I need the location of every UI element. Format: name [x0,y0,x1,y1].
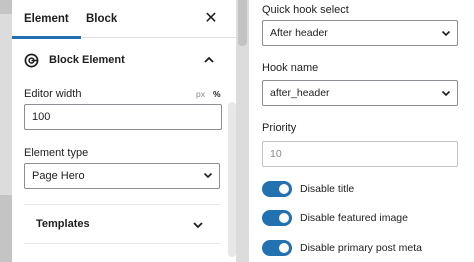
panel-tabs: Element Block ✕ [12,0,236,39]
element-settings-panel: Element Block ✕ Block Element Editor wid… [0,0,236,262]
hook-settings-panel: Quick hook select After header Hook name… [249,0,474,262]
main-scrollbar-thumb[interactable] [238,0,247,46]
hook-name-select[interactable]: after_header [262,80,458,106]
generatepress-icon [24,53,39,68]
tab-block[interactable]: Block [86,0,117,38]
tab-element[interactable]: Element [12,0,81,39]
block-element-section-header[interactable]: Block Element [24,48,224,74]
templates-section[interactable]: Templates [24,204,220,244]
quick-hook-value: After header [270,27,328,39]
unit-px[interactable]: px [196,89,205,99]
left-scrollbar[interactable] [0,0,12,262]
disable-title-toggle[interactable] [262,181,292,197]
disable-post-meta-label: Disable primary post meta [300,242,422,254]
disable-featured-image-label: Disable featured image [300,212,408,224]
templates-label: Templates [36,218,90,230]
quick-hook-select[interactable]: After header [262,20,458,46]
left-scrollbar-thumb[interactable] [0,0,12,14]
chevron-down-icon [203,172,213,179]
editor-width-input[interactable]: 100 [24,104,222,130]
left-scrollbar-lower[interactable] [0,195,12,262]
chevron-up-icon[interactable] [202,53,216,67]
section-title: Block Element [49,54,125,66]
element-type-value: Page Hero [32,170,85,182]
hook-name-label: Hook name [262,62,319,74]
element-type-label: Element type [24,147,89,159]
unit-percent[interactable]: % [213,89,221,99]
main-scrollbar[interactable] [236,0,249,262]
chevron-down-icon [441,30,451,37]
disable-title-label: Disable title [300,183,355,195]
disable-featured-image-toggle[interactable] [262,210,292,226]
quick-hook-label: Quick hook select [262,4,349,16]
priority-label: Priority [262,122,297,134]
hook-name-value: after_header [270,87,330,99]
priority-input[interactable]: 10 [262,141,458,167]
disable-post-meta-toggle[interactable] [262,240,292,256]
sidebar-scrollbar[interactable] [228,102,236,257]
element-type-select[interactable]: Page Hero [24,163,220,189]
editor-width-label: Editor width [24,88,82,100]
unit-selector: px% [196,89,221,99]
chevron-down-icon [193,222,203,229]
chevron-down-icon [441,90,451,97]
close-icon[interactable]: ✕ [204,11,218,27]
